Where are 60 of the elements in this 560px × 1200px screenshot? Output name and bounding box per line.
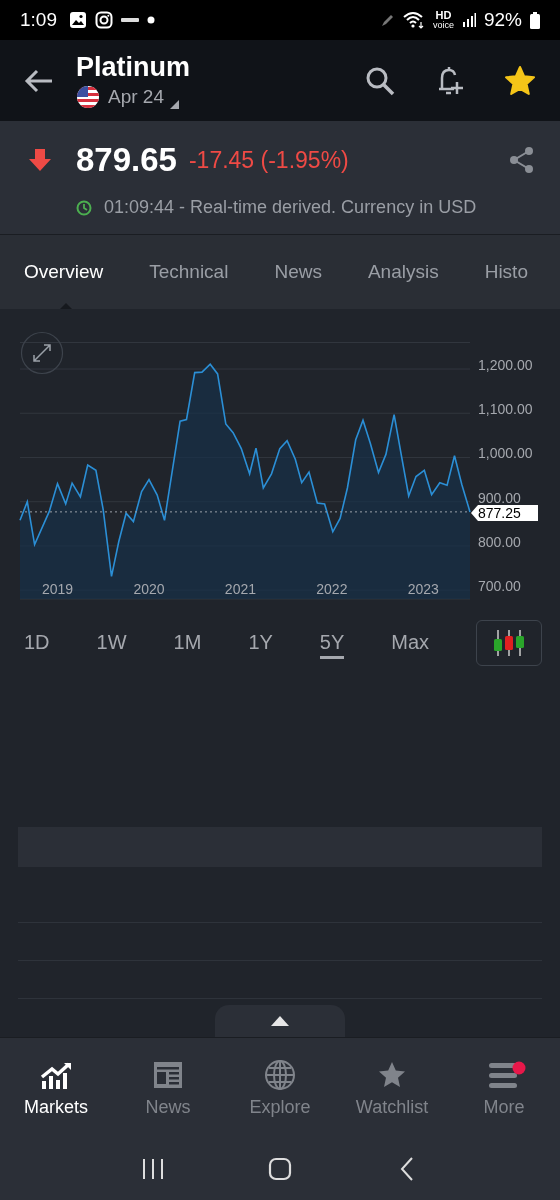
x-axis-label: 2023 xyxy=(407,581,439,597)
recent-apps-icon[interactable] xyxy=(141,1157,166,1181)
y-axis-label: 1,200.00 xyxy=(478,357,533,374)
price: 879.65 xyxy=(76,141,177,179)
status-time: 1:09 xyxy=(20,9,57,31)
tab[interactable]: News xyxy=(274,235,322,309)
range-button[interactable]: 5Y xyxy=(319,627,345,659)
dot-icon xyxy=(147,16,155,24)
y-axis-label: 900.00 xyxy=(478,489,521,506)
x-axis-label: 2019 xyxy=(41,581,74,597)
battery-percent: 92% xyxy=(483,9,522,31)
wifi-icon xyxy=(402,11,425,29)
range-button[interactable]: 1D xyxy=(24,627,50,659)
dropdown-corner-icon xyxy=(170,100,179,109)
quote-note: 01:09:44 - Real-time derived. Currency in USD xyxy=(104,197,477,218)
hd-label: HD xyxy=(435,10,452,21)
price-change: -17.45 (-1.95%) xyxy=(188,146,349,174)
share-icon[interactable] xyxy=(508,146,536,174)
tab[interactable]: Analysis xyxy=(367,235,439,309)
nav-item[interactable]: Explore xyxy=(224,1038,336,1138)
range-button[interactable]: 1W xyxy=(96,627,127,659)
voice-label: voice xyxy=(432,21,454,30)
x-axis-label: 2022 xyxy=(316,581,348,597)
contract-selector[interactable]: Apr 24 xyxy=(76,85,190,109)
y-axis-label: 800.00 xyxy=(478,533,521,550)
newspaper-icon xyxy=(153,1060,183,1089)
instrument-title: Platinum xyxy=(76,52,190,83)
nav-item[interactable]: News xyxy=(112,1038,224,1138)
range-button[interactable]: 1Y xyxy=(248,627,273,659)
pull-up-handle[interactable] xyxy=(215,1005,345,1037)
nav-item[interactable]: Watchlist xyxy=(336,1038,448,1138)
star-icon xyxy=(378,1060,406,1089)
range-button[interactable]: Max xyxy=(391,627,430,659)
home-icon[interactable] xyxy=(268,1157,292,1181)
y-axis-label: 1,100.00 xyxy=(478,401,533,418)
expand-icon[interactable] xyxy=(20,331,64,375)
menu-icon xyxy=(488,1060,520,1089)
camera-icon xyxy=(95,11,113,29)
gallery-icon xyxy=(69,11,87,29)
clock-icon xyxy=(76,199,92,216)
tab[interactable]: Technical xyxy=(149,235,229,309)
battery-icon xyxy=(530,11,540,29)
tab[interactable]: Histo xyxy=(484,235,528,309)
y-axis-label: 1,000.00 xyxy=(478,445,533,462)
range-button[interactable]: 1M xyxy=(173,627,202,659)
flag-icon xyxy=(76,85,100,109)
current-price-tag: 877.25 xyxy=(471,504,538,521)
star-icon[interactable] xyxy=(504,64,536,97)
globe-icon xyxy=(264,1058,296,1091)
y-axis-label: 700.00 xyxy=(478,578,521,595)
pencil-icon xyxy=(380,13,395,27)
back-icon[interactable] xyxy=(24,68,54,93)
rising-chart-icon xyxy=(39,1060,73,1089)
nav-item[interactable]: More xyxy=(448,1038,560,1138)
candlestick-button[interactable] xyxy=(476,620,542,666)
x-axis-label: 2020 xyxy=(133,581,165,597)
tab[interactable]: Overview xyxy=(24,235,104,309)
signal-icon xyxy=(461,13,476,27)
x-axis-label: 2021 xyxy=(224,581,256,597)
nav-item[interactable]: Markets xyxy=(0,1038,112,1138)
